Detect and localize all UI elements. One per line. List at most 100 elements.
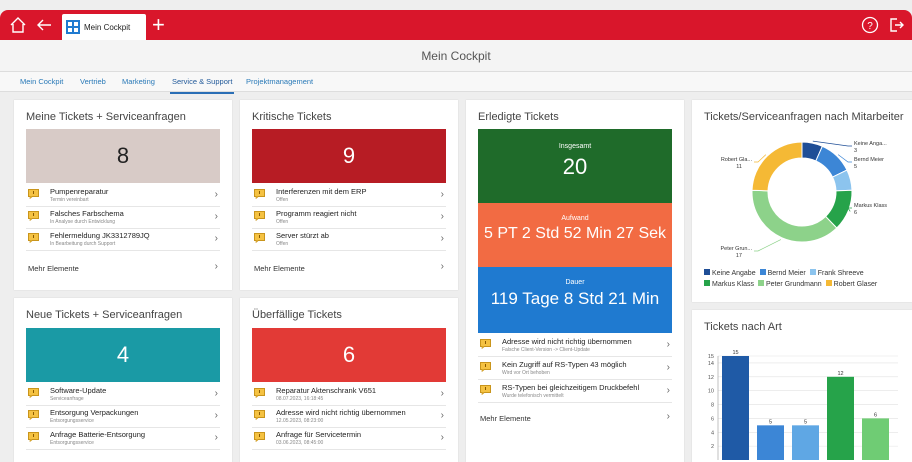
- bar-value-label: 15: [732, 350, 738, 356]
- slice-value: 3: [854, 148, 857, 154]
- ticket-icon: [480, 362, 491, 372]
- item-subtitle: Serviceanfrage: [50, 396, 84, 402]
- donut-slice-robert-glaser[interactable]: [751, 141, 803, 192]
- aufwand-value: 5 PT 2 Std 52 Min 27 Sek: [483, 225, 667, 242]
- legend-label: Keine Angabe: [712, 270, 756, 277]
- dauer-tile[interactable]: Dauer 119 Tage 8 Std 21 Min: [478, 267, 672, 333]
- nav-projektmanagement[interactable]: Projektmanagement: [246, 72, 313, 92]
- legend-item[interactable]: Markus Klass: [704, 279, 754, 290]
- list-item[interactable]: Adresse wird nicht richtig übernommen Fa…: [478, 335, 672, 357]
- bar[interactable]: [722, 356, 749, 460]
- nav-mein-cockpit[interactable]: Mein Cockpit: [20, 72, 63, 92]
- logout-icon[interactable]: [886, 15, 906, 35]
- list-item[interactable]: Anfrage für Servicetermin 03.06.2023, 08…: [252, 428, 446, 450]
- item-subtitle: In Bearbeitung durch Support: [50, 241, 116, 247]
- bar[interactable]: [827, 376, 854, 460]
- nav-vertrieb[interactable]: Vertrieb: [80, 72, 106, 92]
- chevron-right-icon: ›: [440, 432, 444, 443]
- bar[interactable]: [792, 425, 819, 460]
- list-item[interactable]: Server stürzt ab Offen ›: [252, 229, 446, 251]
- insgesamt-tile[interactable]: Insgesamt 20: [478, 129, 672, 203]
- legend-item[interactable]: Keine Angabe: [704, 268, 756, 279]
- chevron-right-icon: ›: [214, 410, 218, 421]
- chevron-right-icon: ›: [440, 211, 444, 222]
- legend-item[interactable]: Bernd Meier: [759, 268, 806, 279]
- card-title: Überfällige Tickets: [252, 309, 342, 321]
- tab-mein-cockpit[interactable]: Mein Cockpit: [62, 14, 146, 40]
- home-icon[interactable]: [8, 15, 28, 35]
- list-item[interactable]: Reparatur Aktenschrank V651 08.07.2023, …: [252, 384, 446, 406]
- item-subtitle: Entsorgungsservice: [50, 418, 94, 424]
- item-subtitle: Wurde telefonisch vermittelt: [502, 393, 564, 399]
- chart-legend: Keine Angabe Bernd Meier Frank Shreeve Mark…: [704, 268, 904, 290]
- legend-swatch: [704, 280, 710, 286]
- y-tick-label: 4: [711, 430, 714, 436]
- card-meine-tickets: Meine Tickets + Serviceanfragen 8 Pumpen…: [14, 100, 232, 290]
- item-title: Server stürzt ab: [276, 231, 329, 240]
- count-value: 8: [116, 143, 130, 168]
- ticket-icon: [480, 385, 491, 395]
- help-icon[interactable]: ?: [860, 15, 880, 35]
- item-subtitle: Entsorgungsservice: [50, 440, 94, 446]
- count-tile[interactable]: 9: [252, 129, 446, 183]
- slice-label: Peter Grun...: [721, 246, 753, 252]
- legend-item[interactable]: Robert Glaser: [825, 279, 877, 290]
- list-item[interactable]: Programm reagiert nicht Offen ›: [252, 207, 446, 229]
- item-subtitle: 03.06.2023, 08:45:00: [276, 440, 324, 446]
- more-label: Mehr Elemente: [480, 414, 531, 423]
- page-title: Mein Cockpit: [0, 40, 912, 72]
- legend-item[interactable]: Peter Grundmann: [758, 279, 822, 290]
- add-tab-button[interactable]: +: [152, 14, 165, 36]
- back-arrow-icon[interactable]: [34, 15, 54, 35]
- list-item[interactable]: Pumpenreparatur Termin vereinbart ›: [26, 185, 220, 207]
- count-tile[interactable]: 8: [26, 129, 220, 183]
- count-tile[interactable]: 4: [26, 328, 220, 382]
- card-neue-tickets: Neue Tickets + Serviceanfragen 4 Softwar…: [14, 298, 232, 462]
- ticket-icon: [28, 388, 39, 398]
- more-elements-link[interactable]: Mehr Elemente ›: [26, 258, 220, 278]
- bar-value-label: 5: [804, 419, 807, 425]
- top-bar: Mein Cockpit + ?: [0, 10, 912, 40]
- bar[interactable]: [757, 425, 784, 460]
- count-tile[interactable]: 6: [252, 328, 446, 382]
- insgesamt-value: 20: [562, 154, 588, 179]
- card-tickets-nach-art: Tickets nach Art 2 4 6 8 10 12 14 15 15 5 5 12 6: [692, 310, 912, 462]
- legend-swatch: [809, 269, 816, 275]
- list-item[interactable]: Interferenzen mit dem ERP Offen ›: [252, 185, 446, 207]
- list-item[interactable]: Anfrage Batterie-Entsorgung Entsorgungss…: [26, 428, 220, 450]
- list-item[interactable]: Software-Update Serviceanfrage ›: [26, 384, 220, 406]
- cockpit-icon: [66, 20, 80, 34]
- slice-label: Robert Gla...: [721, 157, 753, 163]
- item-title: Adresse wird nicht richtig übernommen: [276, 408, 406, 417]
- bar-value-label: 12: [837, 371, 843, 377]
- list-item[interactable]: Adresse wird nicht richtig übernommen 12…: [252, 406, 446, 428]
- legend-item[interactable]: Frank Shreeve: [809, 268, 864, 279]
- chevron-right-icon: ›: [214, 388, 218, 399]
- slice-label: Keine Anga...: [854, 141, 887, 147]
- bar[interactable]: [862, 418, 889, 460]
- list-item[interactable]: Kein Zugriff auf RS-Typen 43 möglich Wir…: [478, 358, 672, 380]
- list-item[interactable]: Entsorgung Verpackungen Entsorgungsservi…: [26, 406, 220, 428]
- bar-value-label: 5: [769, 419, 772, 425]
- more-elements-link[interactable]: Mehr Elemente ›: [252, 258, 446, 278]
- ticket-icon: [254, 410, 265, 420]
- donut-slice-peter-grundmann[interactable]: [751, 189, 838, 243]
- list-item[interactable]: Fehlermeldung JK3312789JQ In Bearbeitung…: [26, 229, 220, 251]
- list-item[interactable]: RS-Typen bei gleichzeitigem Druckbefehl …: [478, 381, 672, 403]
- chevron-right-icon: ›: [440, 261, 444, 272]
- y-tick-label: 14: [708, 361, 714, 367]
- dauer-label: Dauer: [565, 279, 585, 286]
- nav-service-support[interactable]: Service & Support: [170, 72, 235, 94]
- legend-swatch: [759, 269, 766, 275]
- more-elements-link[interactable]: Mehr Elemente ›: [478, 408, 672, 428]
- count-value: 6: [342, 342, 356, 367]
- bar-value-label: 6: [874, 412, 877, 418]
- tab-label: Mein Cockpit: [84, 22, 131, 32]
- aufwand-tile[interactable]: Aufwand 5 PT 2 Std 52 Min 27 Sek: [478, 203, 672, 267]
- legend-label: Markus Klass: [712, 281, 755, 288]
- chevron-right-icon: ›: [214, 233, 218, 244]
- list-item[interactable]: Falsches Farbschema In Analyse durch Ent…: [26, 207, 220, 229]
- nav-marketing[interactable]: Marketing: [122, 72, 155, 92]
- card-erledigte-tickets: Erledigte Tickets Insgesamt 20 Aufwand 5…: [466, 100, 684, 462]
- y-tick-label: 15: [708, 354, 714, 360]
